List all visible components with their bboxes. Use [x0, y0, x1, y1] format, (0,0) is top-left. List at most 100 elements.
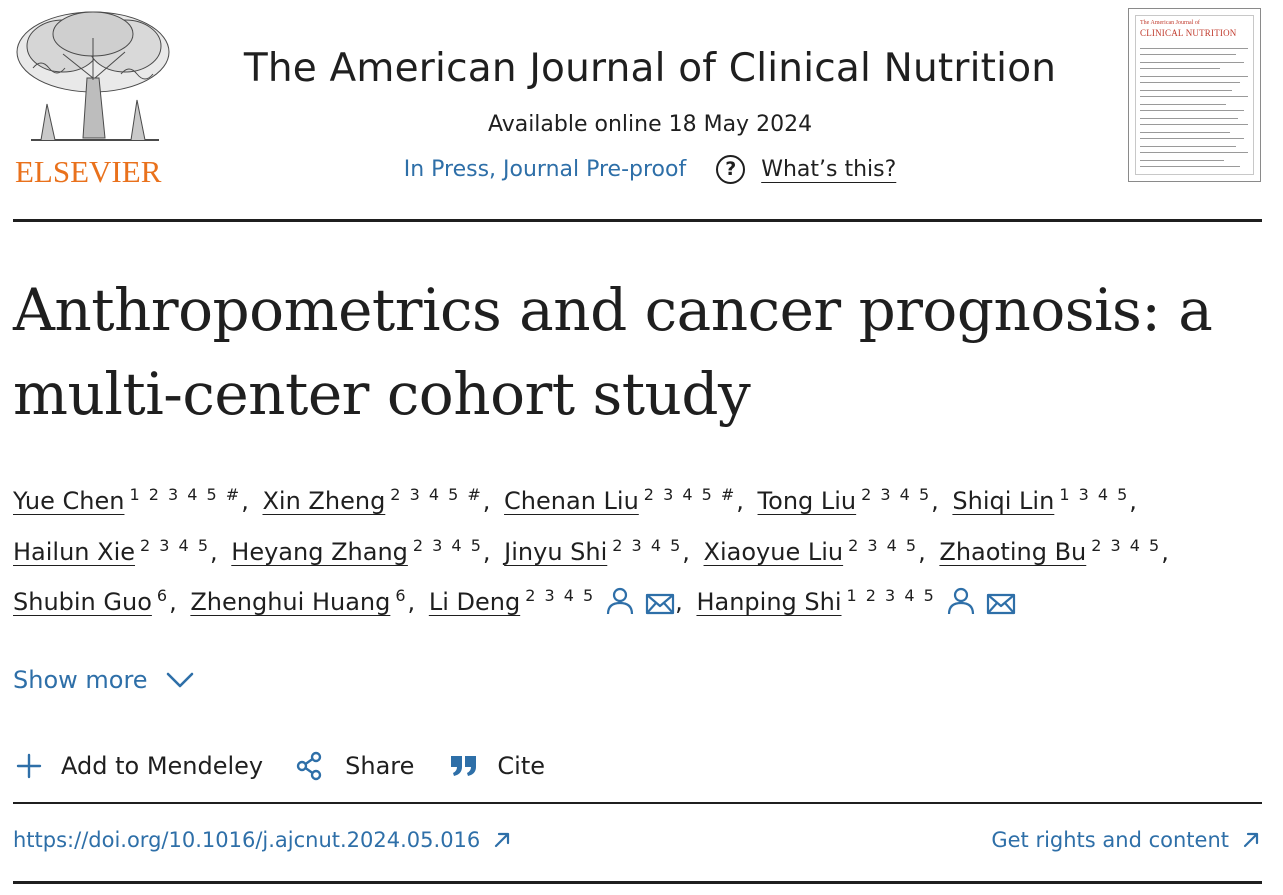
publication-status: In Press, Journal Pre-proof ? What’s thi… — [183, 151, 1117, 187]
chevron-down-icon — [166, 672, 193, 688]
external-link-icon — [1243, 832, 1259, 848]
author-item: Zhenghui Huang 6, — [190, 586, 421, 617]
article-header: ELSEVIER The American Journal of Clinica… — [13, 8, 1262, 190]
author-affiliations[interactable]: 1 3 4 5 — [1059, 485, 1129, 504]
author-item: Hanping Shi 1 2 3 4 5 — [696, 588, 1015, 616]
author-separator: , — [1161, 537, 1169, 566]
author-separator: , — [918, 537, 926, 566]
author-affiliations[interactable]: 2 3 4 5 — [413, 536, 483, 555]
author-name-link[interactable]: Yue Chen — [13, 487, 124, 515]
author-item: Heyang Zhang 2 3 4 5, — [231, 536, 496, 566]
email-icon[interactable] — [986, 583, 1016, 634]
cover-text-line — [1140, 118, 1238, 119]
author-separator: , — [482, 487, 491, 515]
journal-cover-thumbnail[interactable]: The American Journal of CLINICAL NUTRITI… — [1128, 8, 1261, 182]
cover-text-line — [1140, 96, 1248, 97]
author-affiliations[interactable]: 1 2 3 4 5 # — [129, 485, 241, 504]
add-to-mendeley-button[interactable]: Add to Mendeley — [16, 752, 263, 780]
author-name-link[interactable]: Xin Zheng — [262, 487, 385, 515]
plus-icon — [16, 753, 42, 779]
cover-text-line — [1140, 48, 1248, 49]
author-affiliations[interactable]: 2 3 4 5 — [140, 536, 210, 555]
footer-divider — [13, 881, 1262, 884]
author-item: Hailun Xie 2 3 4 5, — [13, 536, 224, 566]
cover-big-title: CLINICAL NUTRITION — [1140, 28, 1237, 38]
author-name-link[interactable]: Tong Liu — [758, 487, 857, 515]
author-affiliations[interactable]: 2 3 4 5 # — [390, 485, 482, 504]
author-name-link[interactable]: Hanping Shi — [696, 588, 841, 616]
share-button[interactable]: Share — [295, 751, 414, 781]
author-affiliations[interactable]: 2 3 4 5 — [612, 536, 682, 555]
whats-this-button[interactable]: ? What’s this? — [716, 154, 897, 184]
header-divider — [13, 219, 1262, 222]
author-name-link[interactable]: Shiqi Lin — [952, 487, 1054, 515]
publisher-wordmark: ELSEVIER — [15, 154, 162, 189]
get-rights-and-content-link[interactable]: Get rights and content — [991, 828, 1261, 852]
author-name-link[interactable]: Hailun Xie — [13, 538, 135, 566]
author-affiliations[interactable]: 2 3 4 5 — [848, 536, 918, 555]
author-separator: , — [682, 537, 690, 566]
author-name-link[interactable]: Heyang Zhang — [231, 538, 408, 566]
elsevier-tree-icon — [16, 11, 170, 141]
author-item: Shiqi Lin 1 3 4 5, — [952, 485, 1143, 516]
person-icon[interactable] — [605, 583, 635, 634]
email-icon[interactable] — [645, 583, 675, 634]
author-item: Xin Zheng 2 3 4 5 #, — [262, 485, 496, 516]
author-affiliations[interactable]: 6 — [395, 586, 407, 605]
author-name-link[interactable]: Li Deng — [429, 588, 520, 616]
show-more-button[interactable]: Show more — [13, 666, 194, 694]
cover-text-line — [1140, 146, 1236, 147]
person-icon[interactable] — [946, 583, 976, 634]
author-name-link[interactable]: Xiaoyue Liu — [704, 538, 844, 566]
cite-label: Cite — [497, 752, 546, 780]
author-list: Yue Chen 1 2 3 4 5 #, Xin Zheng 2 3 4 5 #,… — [13, 476, 1263, 634]
author-item: Xiaoyue Liu 2 3 4 5, — [704, 536, 932, 566]
doi-link[interactable]: https://doi.org/10.1016/j.ajcnut.2024.05… — [13, 828, 512, 852]
whats-this-label: What’s this? — [761, 156, 897, 182]
show-more-label: Show more — [13, 666, 148, 694]
author-item: Zhaoting Bu 2 3 4 5, — [939, 536, 1175, 566]
author-affiliations[interactable]: 6 — [157, 586, 169, 605]
in-press-link[interactable]: In Press, Journal Pre-proof — [404, 157, 687, 182]
cover-text-line — [1140, 132, 1230, 133]
cover-small-title: The American Journal of — [1140, 20, 1200, 26]
cover-text-line — [1140, 124, 1248, 125]
author-separator: , — [931, 487, 939, 515]
article-title: Anthropometrics and cancer prognosis: a … — [13, 276, 1213, 428]
author-item: Shubin Guo 6, — [13, 586, 183, 617]
external-link-icon — [495, 832, 510, 848]
cite-button[interactable]: Cite — [450, 752, 545, 780]
author-item: Yue Chen 1 2 3 4 5 #, — [13, 485, 255, 516]
add-to-mendeley-label: Add to Mendeley — [61, 752, 264, 780]
author-separator: , — [1129, 487, 1137, 515]
author-affiliations[interactable]: 2 3 4 5 # — [644, 485, 736, 504]
author-separator: , — [169, 588, 177, 616]
article-actions: Add to Mendeley Share Cite — [16, 746, 545, 786]
cover-text-line — [1140, 152, 1248, 153]
author-name-link[interactable]: Shubin Guo — [13, 588, 152, 616]
cover-text-line — [1140, 76, 1248, 77]
author-affiliations[interactable]: 2 3 4 5 — [1091, 536, 1161, 555]
cover-text-line — [1140, 110, 1244, 111]
author-affiliations[interactable]: 2 3 4 5 — [525, 586, 595, 605]
author-affiliations[interactable]: 1 2 3 4 5 — [847, 586, 936, 605]
journal-title[interactable]: The American Journal of Clinical Nutriti… — [183, 46, 1117, 91]
rights-link-text: Get rights and content — [991, 828, 1229, 852]
author-name-link[interactable]: Chenan Liu — [504, 487, 639, 515]
author-name-link[interactable]: Zhenghui Huang — [190, 588, 390, 616]
doi-link-text: https://doi.org/10.1016/j.ajcnut.2024.05… — [13, 828, 481, 852]
author-separator: , — [210, 537, 218, 566]
help-icon: ? — [716, 154, 746, 184]
actions-divider — [13, 802, 1262, 804]
author-affiliations[interactable]: 2 3 4 5 — [861, 485, 931, 504]
author-name-link[interactable]: Jinyu Shi — [504, 538, 607, 566]
cover-text-line — [1140, 104, 1226, 105]
quote-icon — [451, 756, 477, 776]
cover-text-line — [1140, 68, 1220, 69]
author-separator: , — [407, 588, 416, 616]
cover-text-line — [1140, 54, 1236, 55]
cover-page-body: The American Journal of CLINICAL NUTRITI… — [1135, 15, 1254, 175]
publisher-logo[interactable]: ELSEVIER — [13, 8, 173, 189]
author-separator: , — [736, 487, 744, 515]
author-name-link[interactable]: Zhaoting Bu — [939, 538, 1086, 566]
